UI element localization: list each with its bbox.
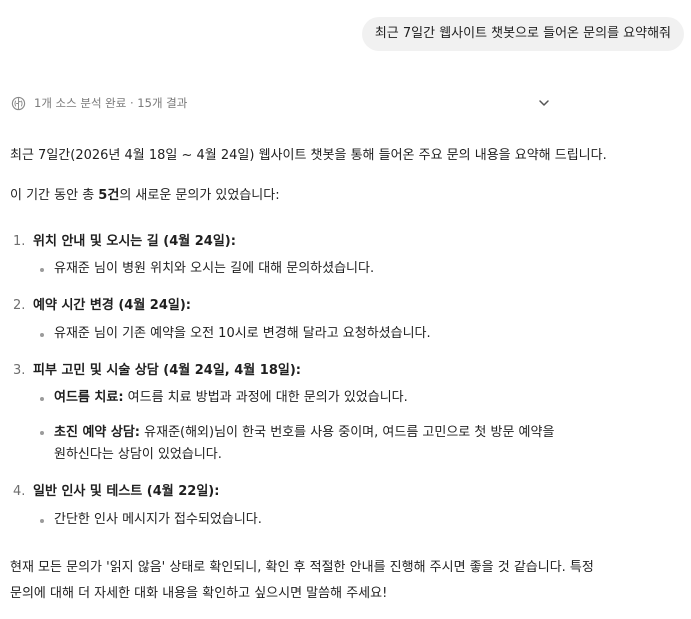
answer-intro: 최근 7일간(2026년 4월 18일 ~ 4월 24일) 웹사이트 챗봇을 통… <box>10 148 607 163</box>
bullet-item: 유재준 님이 기존 예약을 오전 10시로 변경해 달라고 요청하셨습니다. <box>40 324 431 344</box>
bullet-body-continued: 원하신다는 상담이 있었습니다. <box>54 447 222 462</box>
chevron-down-icon[interactable] <box>537 96 551 110</box>
bullet-item: 유재준 님이 병원 위치와 오시는 길에 대해 문의하셨습니다. <box>40 259 374 279</box>
bullet-body: 여드름 치료 방법과 과정에 대한 문의가 있었습니다. <box>123 390 408 405</box>
bullet-dot <box>40 519 44 523</box>
bullet-dot <box>40 333 44 337</box>
bullet-dot <box>40 431 44 435</box>
count-prefix: 이 기간 동안 총 <box>10 188 99 203</box>
bullet-dot <box>40 268 44 272</box>
list-title: 예약 시간 변경 (4월 24일): <box>33 298 192 313</box>
bullet-bold-label: 초진 예약 상담: <box>54 425 141 440</box>
chat-page: 최근 7일간 웹사이트 챗봇으로 들어온 문의를 요약해줘 1개 소스 분석 완… <box>0 0 691 619</box>
list-number: 4. <box>13 484 26 499</box>
list-number: 2. <box>13 298 26 313</box>
list-item-3: 3. 피부 고민 및 시술 상담 (4월 24일, 4월 18일): <box>10 361 301 381</box>
bullet-item: 초진 예약 상담: 유재준(해외)님이 한국 번호를 사용 중이며, 여드름 고… <box>40 422 554 466</box>
bullet-text: 유재준 님이 병원 위치와 오시는 길에 대해 문의하셨습니다. <box>54 261 375 276</box>
list-title: 위치 안내 및 오시는 길 (4월 24일): <box>33 234 236 249</box>
bullet-bold-label: 여드름 치료: <box>54 390 124 405</box>
bullet-text: 초진 예약 상담: 유재준(해외)님이 한국 번호를 사용 중이며, 여드름 고… <box>40 422 554 444</box>
answer-closing: 현재 모든 문의가 '읽지 않음' 상태로 확인되니, 확인 후 적절한 안내를… <box>10 555 594 607</box>
brain-icon <box>11 96 26 110</box>
bullet-text: 간단한 인사 메시지가 접수되었습니다. <box>54 512 262 527</box>
count-suffix: 의 새로운 문의가 있었습니다: <box>119 188 280 203</box>
bullet-dot <box>40 397 44 401</box>
list-item-1: 1. 위치 안내 및 오시는 길 (4월 24일): <box>10 232 236 252</box>
bullet-item: 여드름 치료: 여드름 치료 방법과 과정에 대한 문의가 있었습니다. <box>40 388 408 408</box>
bullet-text: 여드름 치료: 여드름 치료 방법과 과정에 대한 문의가 있었습니다. <box>40 388 408 408</box>
source-summary-label: 1개 소스 분석 완료 · 15개 결과 <box>34 96 188 110</box>
bullet-text: 유재준 님이 기존 예약을 오전 10시로 변경해 달라고 요청하셨습니다. <box>54 326 431 341</box>
list-title: 일반 인사 및 테스트 (4월 22일): <box>33 484 220 499</box>
bullet-item: 간단한 인사 메시지가 접수되었습니다. <box>40 510 262 530</box>
source-analysis-toggle[interactable]: 1개 소스 분석 완료 · 15개 결과 <box>11 93 551 113</box>
user-message-bubble: 최근 7일간 웹사이트 챗봇으로 들어온 문의를 요약해줘 <box>361 17 684 51</box>
closing-line-1: 현재 모든 문의가 '읽지 않음' 상태로 확인되니, 확인 후 적절한 안내를… <box>10 560 594 575</box>
bullet-body: 유재준(해외)님이 한국 번호를 사용 중이며, 여드름 고민으로 첫 방문 예… <box>140 425 555 440</box>
closing-line-2: 문의에 대해 더 자세한 대화 내용을 확인하고 싶으시면 말씀해 주세요! <box>10 586 388 601</box>
list-number: 1. <box>13 234 26 249</box>
answer-count-line: 이 기간 동안 총 5건의 새로운 문의가 있었습니다: <box>10 186 280 206</box>
count-bold: 5건 <box>98 188 120 203</box>
list-item-2: 2. 예약 시간 변경 (4월 24일): <box>10 296 191 316</box>
list-title: 피부 고민 및 시술 상담 (4월 24일, 4월 18일): <box>33 363 301 378</box>
list-number: 3. <box>13 363 26 378</box>
list-item-4: 4. 일반 인사 및 테스트 (4월 22일): <box>10 482 219 502</box>
